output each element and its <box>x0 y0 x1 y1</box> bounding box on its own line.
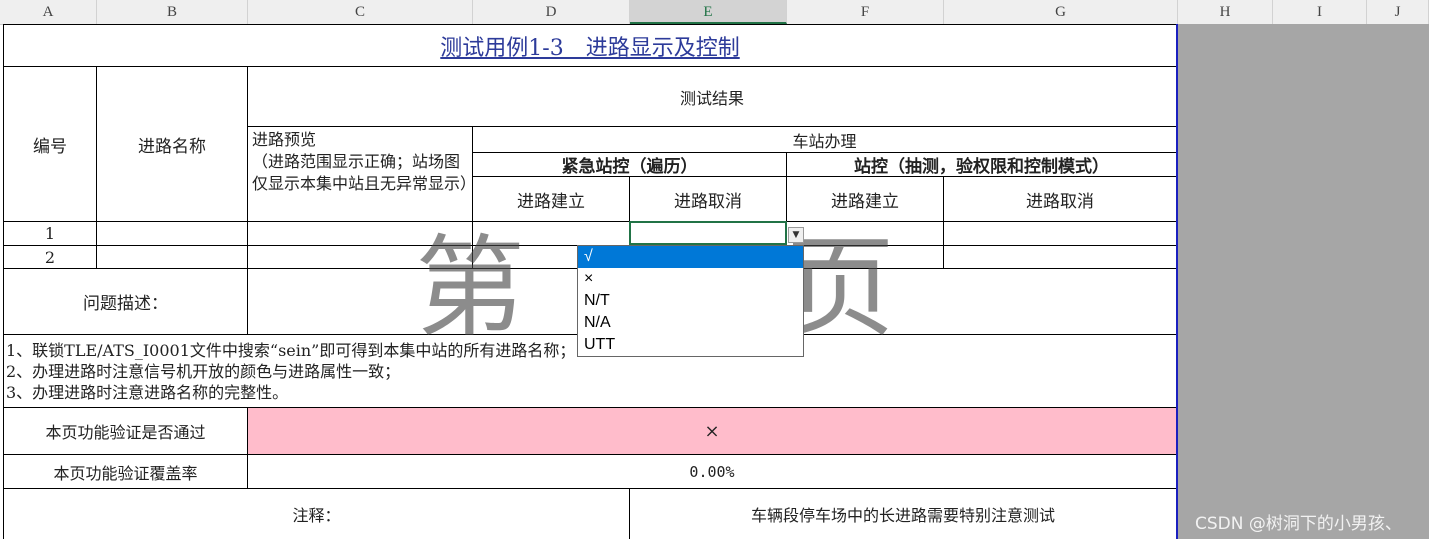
row-1-id[interactable]: 1 <box>4 222 96 245</box>
coverage-value[interactable]: 0.00% <box>248 455 1176 488</box>
row-2-id[interactable]: 2 <box>4 246 96 268</box>
header-route-build-1[interactable]: 进路建立 <box>473 177 629 221</box>
header-id[interactable]: 编号 <box>4 67 96 221</box>
remark-label[interactable]: 注释： <box>4 489 629 539</box>
header-test-result[interactable]: 测试结果 <box>248 67 1176 126</box>
header-route-preview[interactable]: 进路预览 （进路范围显示正确；站场图仅显示本集中站且无异常显示） <box>252 129 476 221</box>
column-header-j[interactable]: J <box>1367 0 1429 24</box>
dropdown-option-cross[interactable]: × <box>578 268 803 290</box>
column-header-h[interactable]: H <box>1178 0 1273 24</box>
column-header-c[interactable]: C <box>248 0 473 24</box>
column-header-g[interactable]: G <box>944 0 1178 24</box>
header-station-handling[interactable]: 车站办理 <box>473 127 1176 152</box>
print-area-border <box>1176 24 1178 539</box>
header-route-build-2[interactable]: 进路建立 <box>787 177 943 221</box>
dropdown-option-check[interactable]: √ <box>578 246 803 268</box>
coverage-label[interactable]: 本页功能验证覆盖率 <box>4 455 247 488</box>
header-station-control[interactable]: 站控（抽测，验权限和控制模式） <box>787 153 1176 177</box>
column-header-e[interactable]: E <box>630 0 787 24</box>
csdn-watermark: CSDN @树洞下的小男孩、 <box>1195 514 1402 534</box>
header-route-name[interactable]: 进路名称 <box>97 67 247 221</box>
dropdown-option-na[interactable]: N/A <box>578 312 803 334</box>
note-line-3: 3、办理进路时注意进路名称的完整性。 <box>6 383 289 402</box>
column-header-f[interactable]: F <box>787 0 944 24</box>
header-emergency-control[interactable]: 紧急站控（遍历） <box>473 153 786 177</box>
remark-value[interactable]: 车辆段停车场中的长进路需要特别注意测试 <box>630 489 1176 539</box>
sheet-title: 测试用例1-3 进路显示及控制 <box>440 35 740 61</box>
chevron-down-icon: ▼ <box>792 230 800 240</box>
dropdown-arrow-button[interactable]: ▼ <box>788 227 804 243</box>
non-print-area <box>1178 24 1429 539</box>
pass-value[interactable]: × <box>248 408 1176 454</box>
column-header-i[interactable]: I <box>1273 0 1367 24</box>
header-route-cancel-2[interactable]: 进路取消 <box>944 177 1176 221</box>
pass-label[interactable]: 本页功能验证是否通过 <box>4 408 247 454</box>
validation-dropdown-list[interactable]: √ × N/T N/A UTT <box>577 245 804 357</box>
title-cell[interactable]: 测试用例1-3 进路显示及控制 <box>4 25 1176 66</box>
active-cell-e[interactable] <box>629 221 787 245</box>
column-header-b[interactable]: B <box>97 0 248 24</box>
dropdown-option-utt[interactable]: UTT <box>578 334 803 356</box>
column-header-d[interactable]: D <box>473 0 630 24</box>
column-header-a[interactable]: A <box>0 0 97 24</box>
note-line-2: 2、办理进路时注意信号机开放的颜色与进路属性一致； <box>6 362 401 381</box>
header-route-cancel-1[interactable]: 进路取消 <box>630 177 786 221</box>
problem-label[interactable]: 问题描述： <box>4 269 247 334</box>
dropdown-option-nt[interactable]: N/T <box>578 290 803 312</box>
